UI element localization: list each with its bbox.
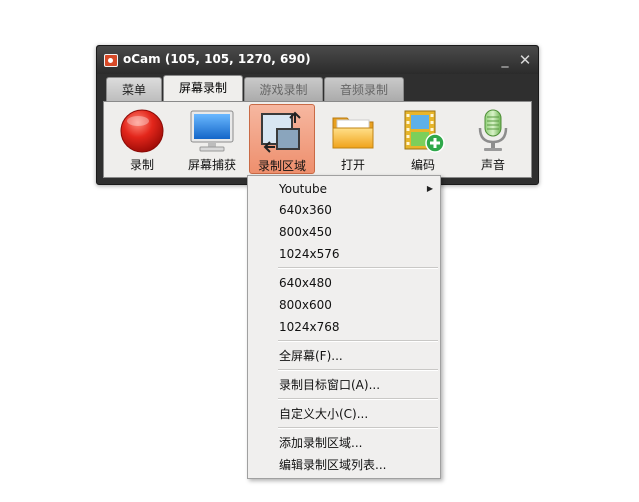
record-region-button[interactable]: 录制区域 bbox=[249, 104, 315, 174]
microphone-icon bbox=[478, 109, 508, 151]
menu-item-target-window[interactable]: 录制目标窗口(A)... bbox=[249, 375, 439, 395]
screen-capture-label: 屏幕捕获 bbox=[187, 158, 236, 172]
screen-capture-button[interactable]: 屏幕捕获 bbox=[179, 104, 245, 174]
menu-item-custom-size[interactable]: 自定义大小(C)... bbox=[249, 404, 439, 424]
open-button[interactable]: 打开 bbox=[320, 104, 386, 174]
menu-item-800x450[interactable]: 800x450 bbox=[249, 222, 439, 242]
menu-separator bbox=[278, 398, 438, 400]
submenu-arrow-icon: ▶ bbox=[426, 184, 433, 193]
minimize-button[interactable]: _ bbox=[496, 51, 514, 69]
menu-item-label: Youtube bbox=[279, 182, 327, 196]
tab-audio-record[interactable]: 音频录制 bbox=[324, 77, 404, 101]
menu-item-fullscreen[interactable]: 全屏幕(F)... bbox=[249, 346, 439, 366]
tab-game-record[interactable]: 游戏录制 bbox=[244, 77, 323, 101]
menu-separator bbox=[278, 340, 438, 342]
menu-item-edit-region-list[interactable]: 编辑录制区域列表... bbox=[249, 455, 439, 475]
record-label: 录制 bbox=[129, 158, 154, 172]
title-bar[interactable]: oCam (105, 105, 1270, 690) _ ✕ bbox=[97, 46, 538, 74]
folder-icon bbox=[332, 117, 374, 149]
sound-button[interactable]: 声音 bbox=[460, 104, 526, 174]
menu-item-youtube[interactable]: Youtube ▶ bbox=[249, 179, 439, 199]
menu-item-640x360[interactable]: 640x360 bbox=[249, 200, 439, 220]
toolbar: 录制 屏幕捕获 录制区域 打开 编码 声音 bbox=[103, 101, 532, 178]
menu-item-800x600[interactable]: 800x600 bbox=[249, 295, 439, 315]
menu-item-1024x768[interactable]: 1024x768 bbox=[249, 317, 439, 337]
menu-item-640x480[interactable]: 640x480 bbox=[249, 273, 439, 293]
monitor-icon bbox=[190, 110, 234, 152]
app-icon bbox=[104, 54, 118, 67]
record-region-label: 录制区域 bbox=[257, 159, 306, 173]
close-button[interactable]: ✕ bbox=[516, 51, 534, 69]
record-region-menu: Youtube ▶ 640x360 800x450 1024x576 640x4… bbox=[247, 175, 441, 479]
menu-item-add-region[interactable]: 添加录制区域... bbox=[249, 433, 439, 453]
open-label: 打开 bbox=[340, 158, 365, 172]
tab-bar: 菜单 屏幕录制 游戏录制 音频录制 bbox=[103, 75, 532, 101]
encoding-label: 编码 bbox=[410, 158, 435, 172]
window-title: oCam (105, 105, 1270, 690) bbox=[123, 52, 311, 66]
menu-separator bbox=[278, 267, 438, 269]
encoding-button[interactable]: 编码 bbox=[390, 104, 456, 174]
tab-screen-record[interactable]: 屏幕录制 bbox=[163, 75, 243, 101]
film-icon bbox=[404, 110, 445, 153]
tab-menu[interactable]: 菜单 bbox=[106, 77, 162, 101]
ocam-window: oCam (105, 105, 1270, 690) _ ✕ 菜单 屏幕录制 游… bbox=[96, 45, 539, 185]
menu-item-1024x576[interactable]: 1024x576 bbox=[249, 244, 439, 264]
menu-separator bbox=[278, 369, 438, 371]
region-icon bbox=[261, 111, 301, 153]
record-button[interactable]: 录制 bbox=[109, 104, 175, 174]
record-icon bbox=[120, 109, 164, 153]
menu-separator bbox=[278, 427, 438, 429]
sound-label: 声音 bbox=[480, 158, 505, 172]
